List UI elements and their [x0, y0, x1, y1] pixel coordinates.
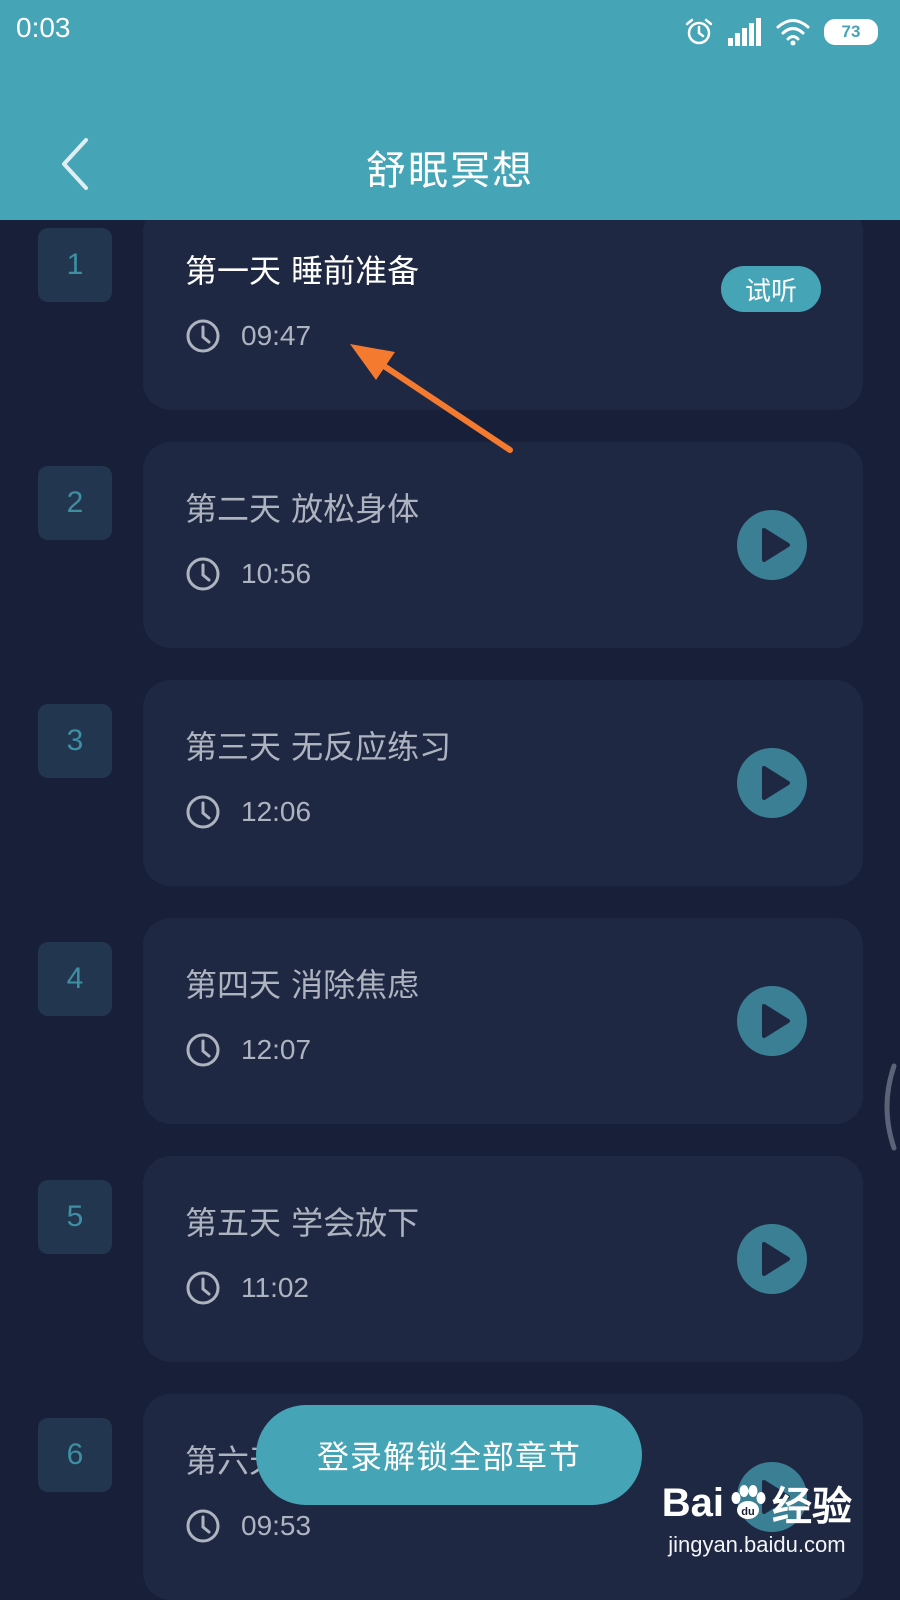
alarm-icon: [685, 18, 713, 45]
lesson-title: 第一天 睡前准备: [185, 252, 420, 290]
wifi-icon: [776, 19, 810, 46]
paw-icon: du: [731, 1485, 766, 1519]
lesson-title: 第二天 放松身体: [185, 490, 420, 528]
clock-icon: [186, 319, 220, 353]
watermark-url: jingyan.baidu.com: [668, 1532, 846, 1557]
lesson-number: 6: [38, 1418, 112, 1492]
lesson-card[interactable]: 第一天 睡前准备 09:47 试听: [143, 220, 863, 410]
page-title: 舒眠冥想: [366, 148, 534, 194]
lesson-title: 第三天 无反应练习: [185, 728, 452, 766]
play-icon[interactable]: [737, 748, 807, 818]
lesson-item-1: 1 第一天 睡前准备 09:47 试听: [0, 220, 900, 410]
clock-icon: [186, 1271, 220, 1305]
lesson-number: 5: [38, 1180, 112, 1254]
lesson-list[interactable]: 1 第一天 睡前准备 09:47 试听 2 第二天 放松身体 10:56 3 第…: [0, 220, 900, 1600]
battery-indicator: 73: [824, 19, 878, 45]
status-time: 0:03: [16, 12, 71, 43]
status-icons: 73: [684, 14, 878, 50]
lesson-item-3: 3 第三天 无反应练习 12:06: [0, 680, 900, 886]
lesson-title: 第四天 消除焦虑: [185, 966, 420, 1004]
scroll-handle[interactable]: [874, 1062, 900, 1152]
clock-icon: [186, 557, 220, 591]
trial-badge[interactable]: 试听: [721, 266, 821, 312]
lesson-duration: 12:07: [185, 1030, 311, 1070]
lesson-number: 4: [38, 942, 112, 1016]
status-bar: 0:03 73: [0, 0, 900, 62]
login-unlock-button[interactable]: 登录解锁全部章节: [256, 1405, 642, 1505]
baidu-watermark: Bai du 经验 jingyan.baidu.com: [662, 1474, 852, 1558]
lesson-item-2: 2 第二天 放松身体 10:56: [0, 442, 900, 648]
lesson-title: 第五天 学会放下: [185, 1204, 420, 1242]
lesson-item-5: 5 第五天 学会放下 11:02: [0, 1156, 900, 1362]
lesson-duration: 09:47: [185, 316, 311, 356]
clock-icon: [186, 1509, 220, 1543]
lesson-card[interactable]: 第四天 消除焦虑 12:07: [143, 918, 863, 1124]
app-header: 舒眠冥想: [0, 62, 900, 220]
clock-icon: [186, 795, 220, 829]
lesson-number: 2: [38, 466, 112, 540]
lesson-duration: 11:02: [185, 1268, 309, 1308]
play-icon[interactable]: [737, 986, 807, 1056]
clock-icon: [186, 1033, 220, 1067]
play-icon[interactable]: [737, 510, 807, 580]
lesson-number: 3: [38, 704, 112, 778]
lesson-duration: 12:06: [185, 792, 311, 832]
play-icon[interactable]: [737, 1224, 807, 1294]
lesson-duration: 09:53: [185, 1506, 311, 1546]
watermark-brand: Bai du 经验: [661, 1480, 852, 1530]
lesson-card[interactable]: 第五天 学会放下 11:02: [143, 1156, 863, 1362]
lesson-card[interactable]: 第三天 无反应练习 12:06: [143, 680, 863, 886]
lesson-card[interactable]: 第二天 放松身体 10:56: [143, 442, 863, 648]
signal-icon: [728, 18, 761, 46]
lesson-item-4: 4 第四天 消除焦虑 12:07: [0, 918, 900, 1124]
svg-text:du: du: [741, 1506, 754, 1518]
lesson-number: 1: [38, 228, 112, 302]
lesson-duration: 10:56: [185, 554, 311, 594]
